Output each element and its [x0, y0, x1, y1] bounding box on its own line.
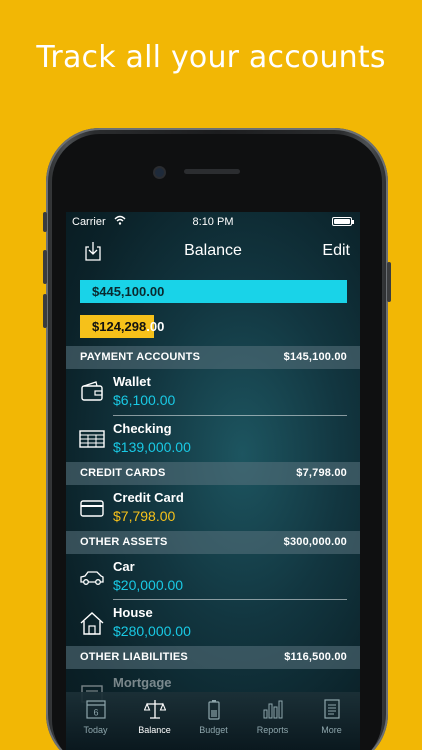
section-name: CREDIT CARDS: [80, 467, 166, 479]
wallet-icon: [79, 379, 105, 405]
tab-reports[interactable]: Reports: [243, 692, 302, 750]
status-bar: Carrier 8:10 PM: [66, 212, 360, 232]
account-balance: $139,000.00: [113, 439, 191, 455]
liabilities-total-cents: .00: [146, 319, 165, 334]
section-name: OTHER ASSETS: [80, 536, 168, 548]
assets-total: $445,100.00: [92, 284, 165, 299]
calendar-icon: 6: [85, 698, 107, 720]
tab-bar: 6 Today Balance Budget Reports More: [66, 692, 360, 750]
account-name: Car: [113, 559, 135, 574]
section-header-credit-cards: CREDIT CARDS $7,798.00: [66, 462, 360, 485]
account-row-house[interactable]: House $280,000.00: [66, 600, 360, 646]
account-row-checking[interactable]: Checking $139,000.00: [66, 416, 360, 462]
account-balance: $7,798.00: [113, 508, 176, 524]
page-title: Balance: [184, 242, 242, 259]
checking-icon: [79, 426, 105, 452]
bar-chart-icon: [262, 698, 284, 720]
credit-card-icon: [79, 495, 105, 521]
volume-up-button: [43, 250, 47, 284]
tab-balance[interactable]: Balance: [125, 692, 184, 750]
edit-button[interactable]: Edit: [322, 242, 350, 260]
calendar-day: 6: [93, 708, 98, 718]
section-header-other-liabilities: OTHER LIABILITIES $116,500.00: [66, 646, 360, 669]
battery-icon: [203, 698, 225, 720]
scale-icon: [143, 698, 167, 720]
battery-status-icon: [332, 217, 354, 226]
mute-switch: [43, 212, 47, 232]
earpiece-speaker: [184, 169, 240, 174]
section-header-payment-accounts: PAYMENT ACCOUNTS $145,100.00: [66, 346, 360, 369]
section-header-other-assets: OTHER ASSETS $300,000.00: [66, 531, 360, 554]
liabilities-total-whole: $124,298: [92, 319, 147, 334]
tab-more[interactable]: More: [302, 692, 360, 750]
house-icon: [79, 610, 105, 636]
power-button: [387, 262, 391, 302]
tab-label: More: [321, 725, 342, 735]
account-name: Credit Card: [113, 490, 184, 505]
headline: Track all your accounts: [36, 40, 386, 75]
balance-summary: $445,100.00 $124,298.00: [66, 272, 360, 346]
account-name: Checking: [113, 421, 172, 436]
account-balance: $280,000.00: [113, 623, 191, 639]
section-total: $300,000.00: [283, 536, 347, 548]
tab-label: Today: [83, 725, 108, 735]
tab-label: Budget: [199, 725, 228, 735]
section-total: $145,100.00: [283, 351, 347, 363]
tab-budget[interactable]: Budget: [184, 692, 243, 750]
tab-today[interactable]: 6 Today: [66, 692, 125, 750]
car-icon: [79, 564, 105, 590]
account-row-credit-card[interactable]: Credit Card $7,798.00: [66, 485, 360, 531]
section-name: OTHER LIABILITIES: [80, 651, 188, 663]
tab-label: Reports: [256, 725, 289, 735]
account-name: Wallet: [113, 374, 151, 389]
status-time: 8:10 PM: [192, 216, 234, 228]
navigation-bar: Balance Edit: [66, 234, 360, 272]
tab-label: Balance: [138, 725, 171, 735]
account-row-car[interactable]: Car $20,000.00: [66, 554, 360, 600]
account-name: House: [113, 605, 153, 620]
account-row-wallet[interactable]: Wallet $6,100.00: [66, 369, 360, 415]
section-total: $7,798.00: [296, 467, 347, 479]
front-camera: [155, 168, 164, 177]
document-icon: [321, 698, 343, 720]
assets-bar: $445,100.00: [80, 280, 347, 303]
liabilities-total: $124,298.00: [92, 319, 164, 334]
section-total: $116,500.00: [284, 651, 347, 663]
app-screen: Carrier 8:10 PM Balance Edit $445,100.00…: [66, 212, 360, 750]
account-balance: $6,100.00: [113, 392, 176, 408]
volume-down-button: [43, 294, 47, 328]
account-name: Mortgage: [113, 675, 172, 690]
section-name: PAYMENT ACCOUNTS: [80, 351, 201, 363]
account-balance: $20,000.00: [113, 577, 184, 593]
